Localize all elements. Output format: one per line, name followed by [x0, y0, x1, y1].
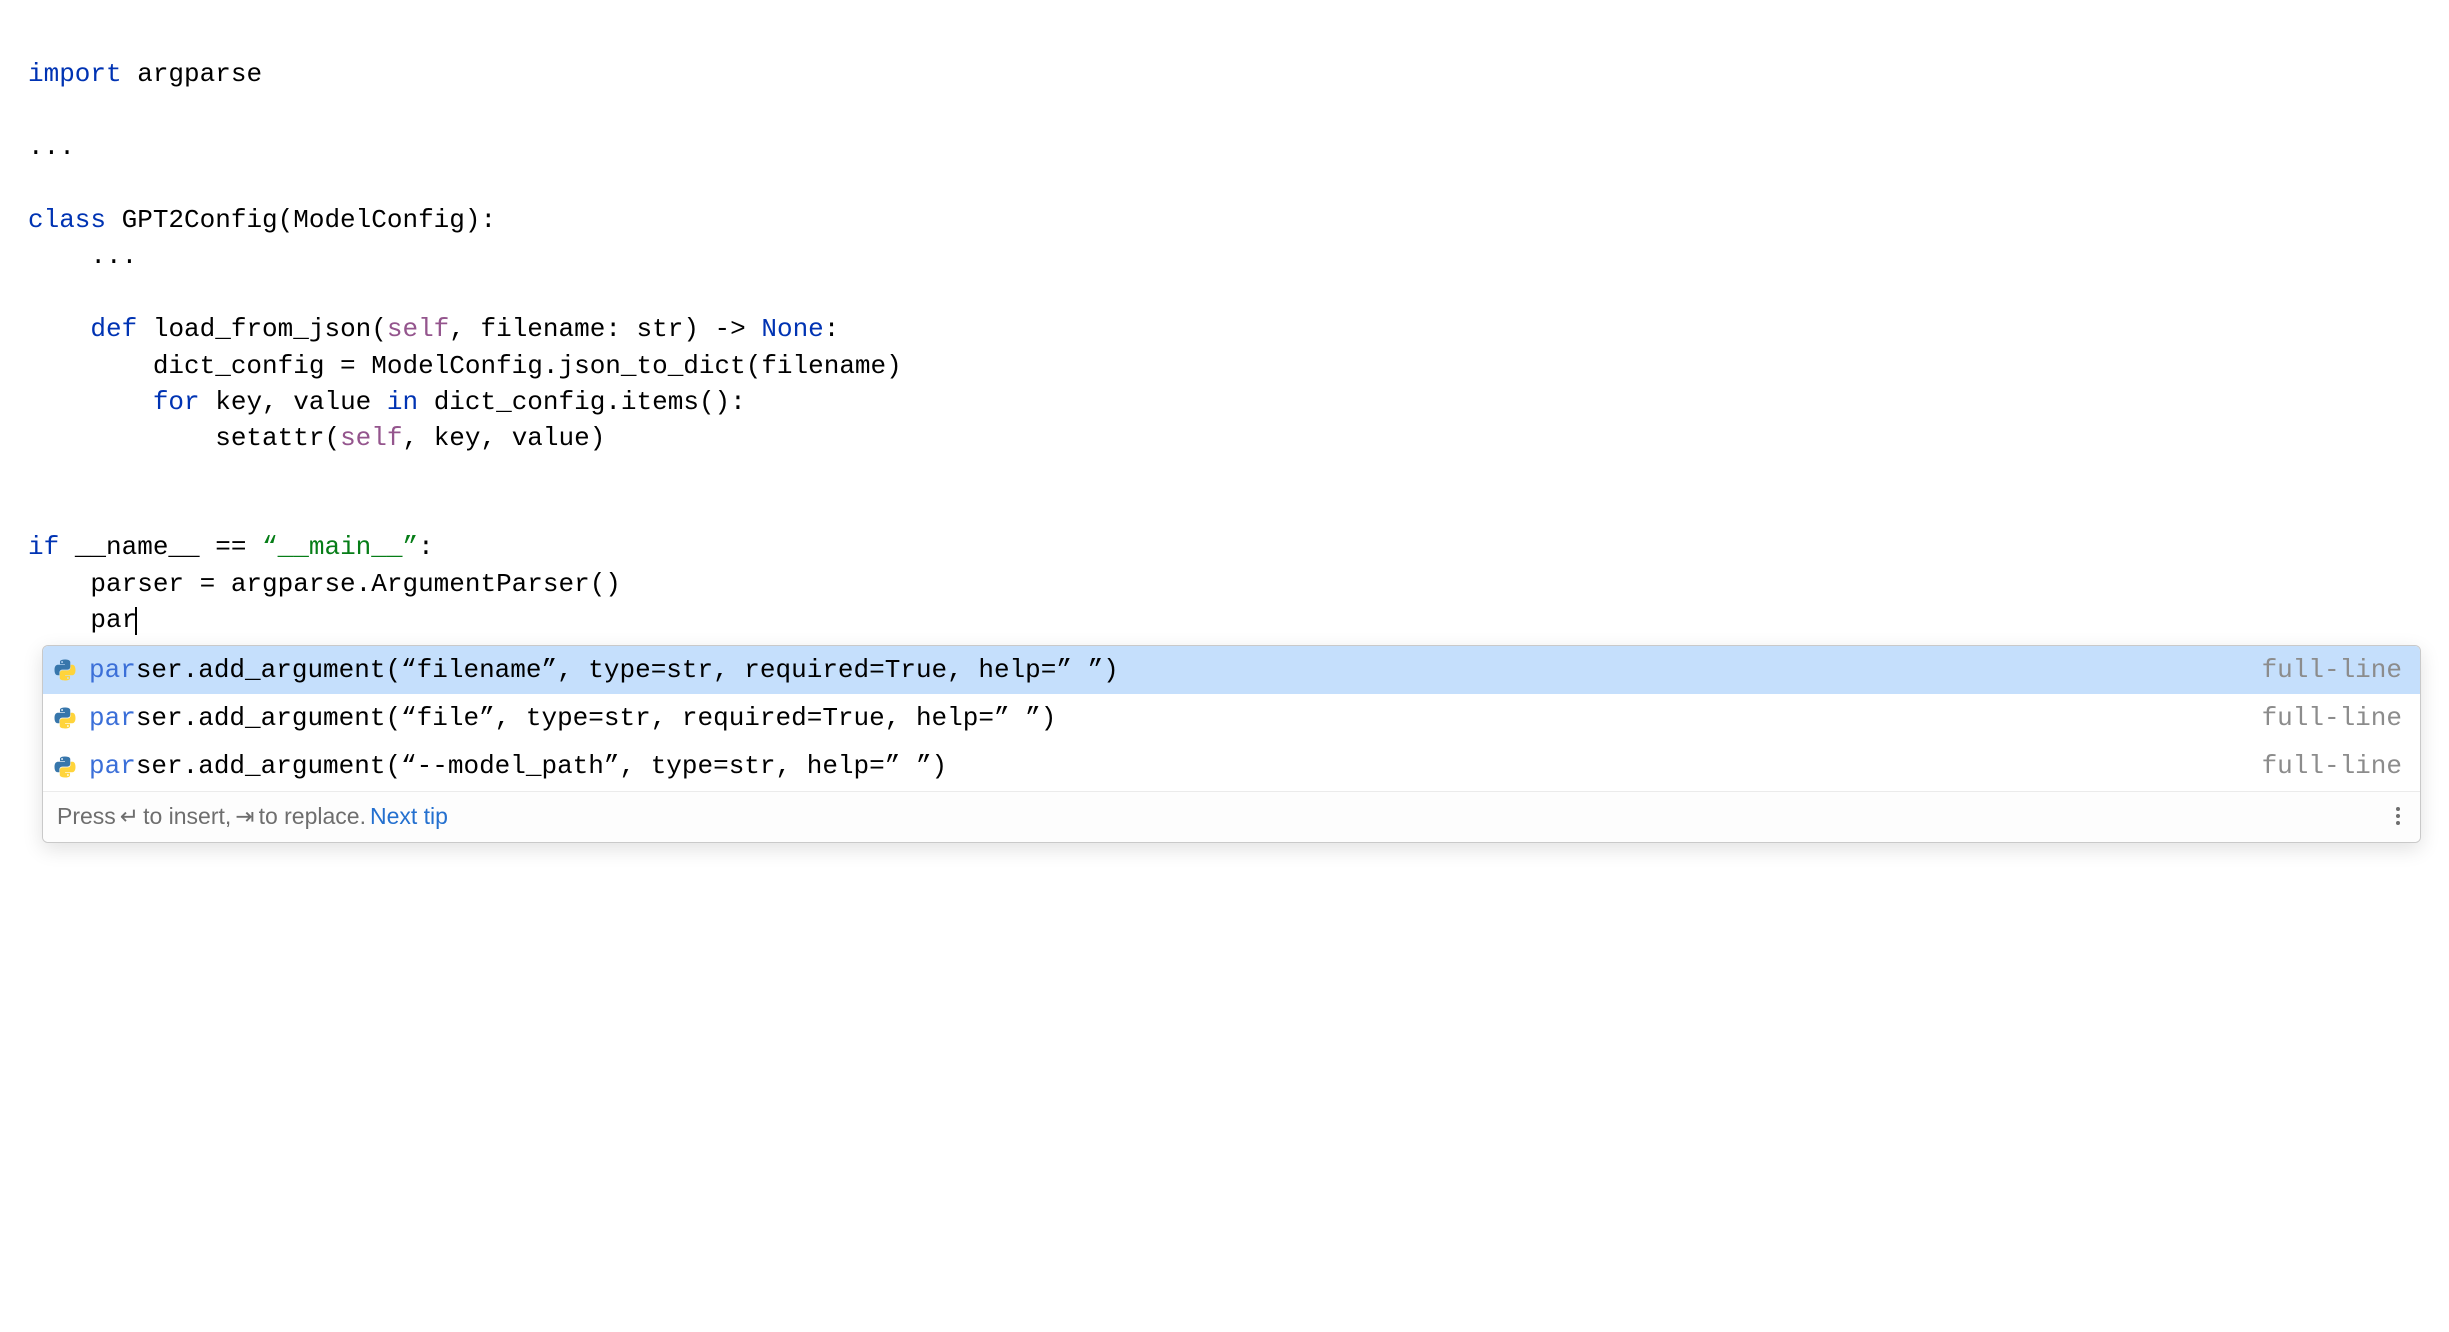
completion-tag: full-line [2262, 652, 2402, 688]
code-line: for key, value in dict_config.items(): [28, 387, 746, 417]
text-caret [135, 607, 137, 635]
completion-text: parser.add_argument(“filename”, type=str… [89, 652, 2250, 688]
code-line: def load_from_json(self, filename: str) … [28, 314, 839, 344]
code-editor[interactable]: import argparse ... class GPT2Config(Mod… [0, 20, 2449, 639]
code-line: dict_config = ModelConfig.json_to_dict(f… [28, 351, 902, 381]
python-icon [53, 706, 77, 730]
footer-hint-text: to replace. [259, 800, 366, 832]
footer-hint-text: Press [57, 800, 116, 832]
completion-text: parser.add_argument(“file”, type=str, re… [89, 700, 2250, 736]
code-line: class GPT2Config(ModelConfig): [28, 205, 496, 235]
enter-key-icon: ↵ [120, 800, 139, 832]
code-line: setattr(self, key, value) [28, 423, 605, 453]
completion-item[interactable]: parser.add_argument(“file”, type=str, re… [43, 694, 2420, 742]
code-current-line: par [28, 605, 137, 635]
completion-tag: full-line [2262, 748, 2402, 784]
code-line: ... [28, 241, 137, 271]
completion-popup: parser.add_argument(“filename”, type=str… [42, 645, 2421, 843]
next-tip-link[interactable]: Next tip [370, 800, 448, 832]
code-line: if __name__ == “__main__”: [28, 532, 434, 562]
footer-hint-text: to insert, [143, 800, 231, 832]
python-icon [53, 658, 77, 682]
completion-item[interactable]: parser.add_argument(“--model_path”, type… [43, 742, 2420, 790]
code-line: ... [28, 132, 75, 162]
more-options-icon[interactable] [2392, 803, 2404, 829]
code-line: import argparse [28, 59, 262, 89]
completion-text: parser.add_argument(“--model_path”, type… [89, 748, 2250, 784]
completion-footer: Press ↵ to insert, ⇥ to replace. Next ti… [43, 791, 2420, 842]
completion-item[interactable]: parser.add_argument(“filename”, type=str… [43, 646, 2420, 694]
code-line: parser = argparse.ArgumentParser() [28, 569, 621, 599]
python-icon [53, 755, 77, 779]
completion-tag: full-line [2262, 700, 2402, 736]
tab-key-icon: ⇥ [235, 800, 254, 832]
